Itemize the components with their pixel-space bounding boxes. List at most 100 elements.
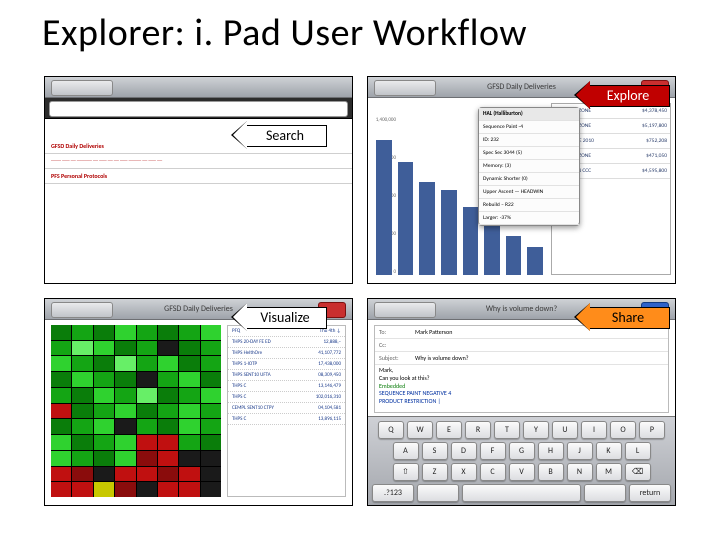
treemap-cell[interactable] bbox=[94, 419, 114, 434]
treemap-cell[interactable] bbox=[72, 451, 92, 466]
table-row[interactable]: THPS C13,146,479 bbox=[228, 381, 345, 392]
treemap-cell[interactable] bbox=[201, 419, 221, 434]
treemap-cell[interactable] bbox=[158, 435, 178, 450]
treemap-cell[interactable] bbox=[201, 451, 221, 466]
key-L[interactable]: L bbox=[625, 442, 651, 460]
treemap-cell[interactable] bbox=[137, 372, 157, 387]
treemap-cell[interactable] bbox=[179, 341, 199, 356]
treemap-cell[interactable] bbox=[158, 341, 178, 356]
bar[interactable] bbox=[419, 182, 435, 275]
treemap-cell[interactable] bbox=[115, 388, 135, 403]
treemap-cell[interactable] bbox=[137, 341, 157, 356]
treemap-cell[interactable] bbox=[51, 341, 71, 356]
key-P[interactable]: P bbox=[639, 421, 665, 439]
treemap-cell[interactable] bbox=[179, 325, 199, 340]
treemap-cell[interactable] bbox=[94, 435, 114, 450]
bar[interactable] bbox=[376, 140, 392, 275]
key-return[interactable]: return bbox=[629, 484, 671, 502]
table-row[interactable]: THPS C13,896,115 bbox=[228, 414, 345, 425]
search-input[interactable] bbox=[49, 101, 348, 117]
treemap-cell[interactable] bbox=[201, 435, 221, 450]
treemap-cell[interactable] bbox=[51, 451, 71, 466]
treemap-cell[interactable] bbox=[201, 404, 221, 419]
treemap-cell[interactable] bbox=[115, 435, 135, 450]
treemap-cell[interactable] bbox=[72, 388, 92, 403]
popover-item[interactable]: Spec Sec 3044 (5) bbox=[479, 147, 579, 160]
back-segment[interactable] bbox=[374, 80, 436, 96]
treemap-cell[interactable] bbox=[115, 419, 135, 434]
treemap-cell[interactable] bbox=[201, 341, 221, 356]
treemap-cell[interactable] bbox=[115, 451, 135, 466]
treemap-cell[interactable] bbox=[137, 325, 157, 340]
treemap-cell[interactable] bbox=[115, 482, 135, 497]
key-Y[interactable]: Y bbox=[523, 421, 549, 439]
treemap-cell[interactable] bbox=[137, 388, 157, 403]
table-row[interactable]: THPS 1-IOTP17,438,000 bbox=[228, 359, 345, 370]
treemap-cell[interactable] bbox=[137, 482, 157, 497]
treemap-cell[interactable] bbox=[179, 482, 199, 497]
table-row[interactable]: THPS SENT10 UFTA08,309,450 bbox=[228, 370, 345, 381]
treemap-cell[interactable] bbox=[94, 356, 114, 371]
treemap-cell[interactable] bbox=[72, 435, 92, 450]
treemap-cell[interactable] bbox=[179, 356, 199, 371]
popover-item[interactable]: Upper Ascent — HEADWIN bbox=[479, 186, 579, 199]
treemap-cell[interactable] bbox=[115, 341, 135, 356]
treemap-cell[interactable] bbox=[115, 467, 135, 482]
to-field[interactable]: Mark Patterson bbox=[415, 328, 452, 336]
popover-item[interactable]: Larger: -37% bbox=[479, 212, 579, 225]
key-G[interactable]: G bbox=[509, 442, 535, 460]
back-segment[interactable] bbox=[51, 302, 113, 318]
treemap-cell[interactable] bbox=[94, 325, 114, 340]
key-A[interactable]: A bbox=[393, 442, 419, 460]
key-X[interactable]: X bbox=[451, 463, 477, 481]
treemap-cell[interactable] bbox=[51, 467, 71, 482]
table-row[interactable]: THPS C102,016,310 bbox=[228, 392, 345, 403]
key-.?123[interactable]: .?123 bbox=[372, 484, 414, 502]
key-B[interactable]: B bbox=[538, 463, 564, 481]
body-field[interactable]: Mark,Can you look at this?EmbeddedSEQUEN… bbox=[375, 365, 668, 408]
popover-item[interactable]: ID: 232 bbox=[479, 134, 579, 147]
treemap-cell[interactable] bbox=[179, 451, 199, 466]
treemap-cell[interactable] bbox=[201, 388, 221, 403]
treemap-cell[interactable] bbox=[179, 467, 199, 482]
treemap-cell[interactable] bbox=[51, 388, 71, 403]
key-R[interactable]: R bbox=[465, 421, 491, 439]
treemap-cell[interactable] bbox=[179, 388, 199, 403]
bar[interactable] bbox=[484, 221, 500, 275]
detail-popover[interactable]: HAL (Halliburton)Sequence Paint -4ID: 23… bbox=[478, 107, 580, 226]
treemap-cell[interactable] bbox=[158, 325, 178, 340]
treemap-cell[interactable] bbox=[94, 482, 114, 497]
treemap-cell[interactable] bbox=[51, 419, 71, 434]
key-Q[interactable]: Q bbox=[378, 421, 404, 439]
key-E[interactable]: E bbox=[436, 421, 462, 439]
back-segment[interactable] bbox=[51, 80, 113, 96]
treemap-cell[interactable] bbox=[158, 467, 178, 482]
key-space[interactable] bbox=[462, 484, 581, 502]
treemap-cell[interactable] bbox=[201, 467, 221, 482]
popover-item[interactable]: Rebuild – R22 bbox=[479, 199, 579, 212]
list-item[interactable]: ──── ─── ── ────── ── ─── ── ── ─── ────… bbox=[45, 154, 352, 169]
treemap-cell[interactable] bbox=[201, 356, 221, 371]
treemap-cell[interactable] bbox=[72, 325, 92, 340]
table-row[interactable]: THPS 20-DAY FE ED12,888,– bbox=[228, 337, 345, 348]
keyboard[interactable]: QWERTYUIOPASDFGHJKL⇧ZXCVBNM⌫.?123return bbox=[368, 416, 675, 505]
key-O[interactable]: O bbox=[610, 421, 636, 439]
key-C[interactable]: C bbox=[480, 463, 506, 481]
key-I[interactable]: I bbox=[581, 421, 607, 439]
treemap-cell[interactable] bbox=[137, 419, 157, 434]
key-J[interactable]: J bbox=[567, 442, 593, 460]
treemap-cell[interactable] bbox=[115, 356, 135, 371]
treemap-cell[interactable] bbox=[201, 325, 221, 340]
key-blank[interactable] bbox=[584, 484, 626, 502]
key-T[interactable]: T bbox=[494, 421, 520, 439]
treemap-cell[interactable] bbox=[94, 388, 114, 403]
key-U[interactable]: U bbox=[552, 421, 578, 439]
key-M[interactable]: M bbox=[596, 463, 622, 481]
key-N[interactable]: N bbox=[567, 463, 593, 481]
treemap-cell[interactable] bbox=[94, 341, 114, 356]
treemap-cell[interactable] bbox=[72, 356, 92, 371]
table-row[interactable]: CEMPL SENT10 CTPY04,104,581 bbox=[228, 403, 345, 414]
treemap-cell[interactable] bbox=[201, 372, 221, 387]
treemap-cell[interactable] bbox=[179, 372, 199, 387]
treemap-cell[interactable] bbox=[94, 467, 114, 482]
